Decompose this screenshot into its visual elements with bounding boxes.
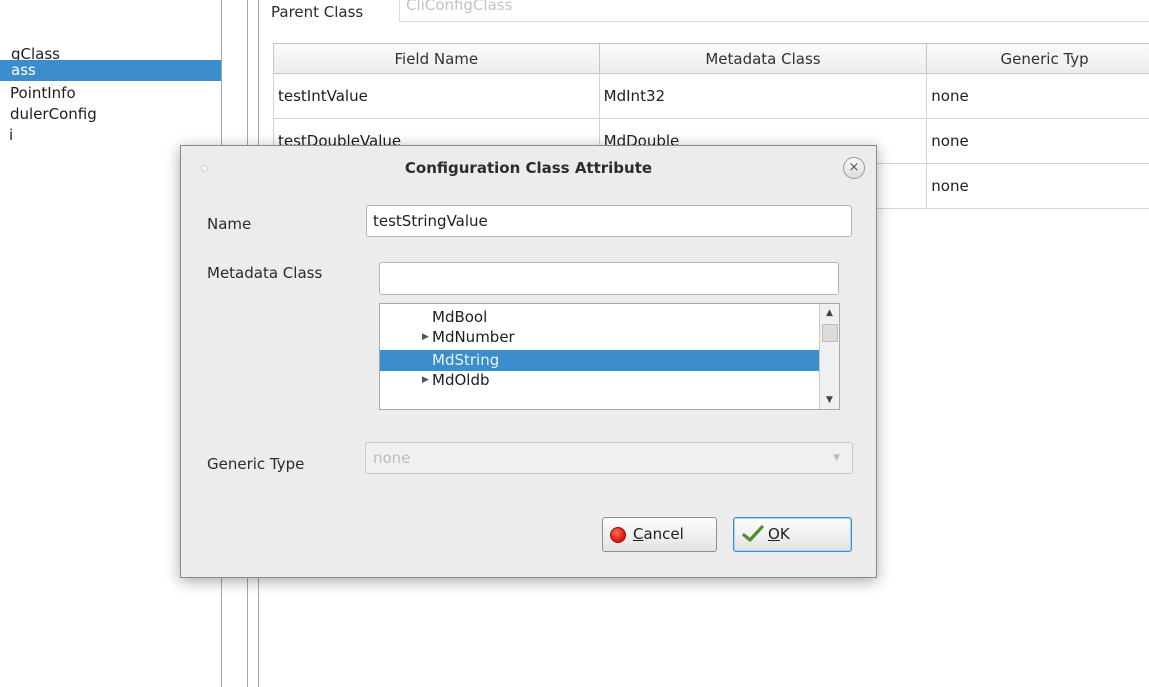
- tree-item-label: dulerConfig: [10, 105, 97, 123]
- generic-type-label: Generic Type: [207, 455, 305, 473]
- tree-item-label: i: [9, 126, 14, 144]
- list-item[interactable]: ▶ MdOldb: [380, 370, 820, 391]
- name-label: Name: [207, 215, 252, 233]
- scrollbar-thumb[interactable]: [822, 324, 838, 342]
- expand-arrow-icon[interactable]: ▶: [422, 327, 429, 348]
- configuration-attribute-dialog: Configuration Class Attribute × Name tes…: [180, 145, 877, 578]
- column-header-metadata-class[interactable]: Metadata Class: [598, 43, 928, 74]
- tree-item[interactable]: PointInfo: [0, 83, 221, 104]
- table-cell: none: [926, 73, 1149, 119]
- metadata-class-tree[interactable]: MdBool ▶ MdNumber MdString ▶ MdOldb ▲ ▼: [379, 303, 840, 410]
- stop-icon: [610, 527, 626, 543]
- table-cell: testIntValue: [273, 73, 600, 119]
- table-cell: none: [926, 118, 1149, 164]
- cancel-button-label: Cancel: [633, 525, 684, 543]
- vertical-scrollbar[interactable]: ▲ ▼: [819, 304, 839, 409]
- table-cell: none: [926, 163, 1149, 209]
- metadata-filter-field[interactable]: [379, 262, 839, 295]
- parent-class-field[interactable]: CliConfigClass: [399, 0, 1149, 22]
- checkmark-icon: [742, 525, 764, 542]
- tree-item[interactable]: i: [0, 125, 221, 146]
- metadata-class-label: Metadata Class: [207, 264, 323, 282]
- close-icon[interactable]: ×: [843, 157, 865, 179]
- list-item-label: MdBool: [432, 308, 488, 326]
- scroll-up-arrow-icon[interactable]: ▲: [820, 304, 839, 323]
- dialog-body: Name testStringValue Metadata Class MdBo…: [190, 188, 869, 570]
- tree-item-label: PointInfo: [10, 84, 76, 102]
- parent-class-label: Parent Class: [271, 6, 364, 21]
- dialog-title: Configuration Class Attribute: [404, 159, 653, 177]
- generic-type-value: none: [373, 449, 411, 467]
- list-item-selected[interactable]: MdString: [380, 350, 820, 371]
- tree-item-selected[interactable]: ass: [0, 60, 221, 81]
- list-item-label: MdString: [432, 351, 500, 369]
- ok-button[interactable]: OK: [733, 517, 852, 552]
- list-item[interactable]: MdBool: [380, 307, 820, 328]
- table-row[interactable]: testIntValue MdInt32 none: [273, 73, 1149, 119]
- generic-type-combo[interactable]: none ▼: [365, 442, 853, 474]
- list-item[interactable]: ▶ MdNumber: [380, 327, 820, 348]
- ok-button-label: OK: [768, 525, 790, 543]
- column-header-generic-type[interactable]: Generic Typ: [926, 43, 1149, 74]
- list-item-label: MdOldb: [432, 371, 490, 389]
- list-item-label: MdNumber: [432, 328, 515, 346]
- tree-item-label: ass: [11, 61, 36, 79]
- table-cell: MdInt32: [598, 73, 928, 119]
- tree-item[interactable]: dulerConfig: [0, 104, 221, 125]
- expand-arrow-icon[interactable]: ▶: [422, 370, 429, 391]
- cancel-button[interactable]: Cancel: [602, 517, 717, 552]
- chevron-down-icon: ▼: [833, 453, 840, 463]
- name-field[interactable]: testStringValue: [366, 205, 852, 237]
- scroll-down-arrow-icon[interactable]: ▼: [820, 391, 839, 409]
- column-header-field-name[interactable]: Field Name: [273, 43, 600, 74]
